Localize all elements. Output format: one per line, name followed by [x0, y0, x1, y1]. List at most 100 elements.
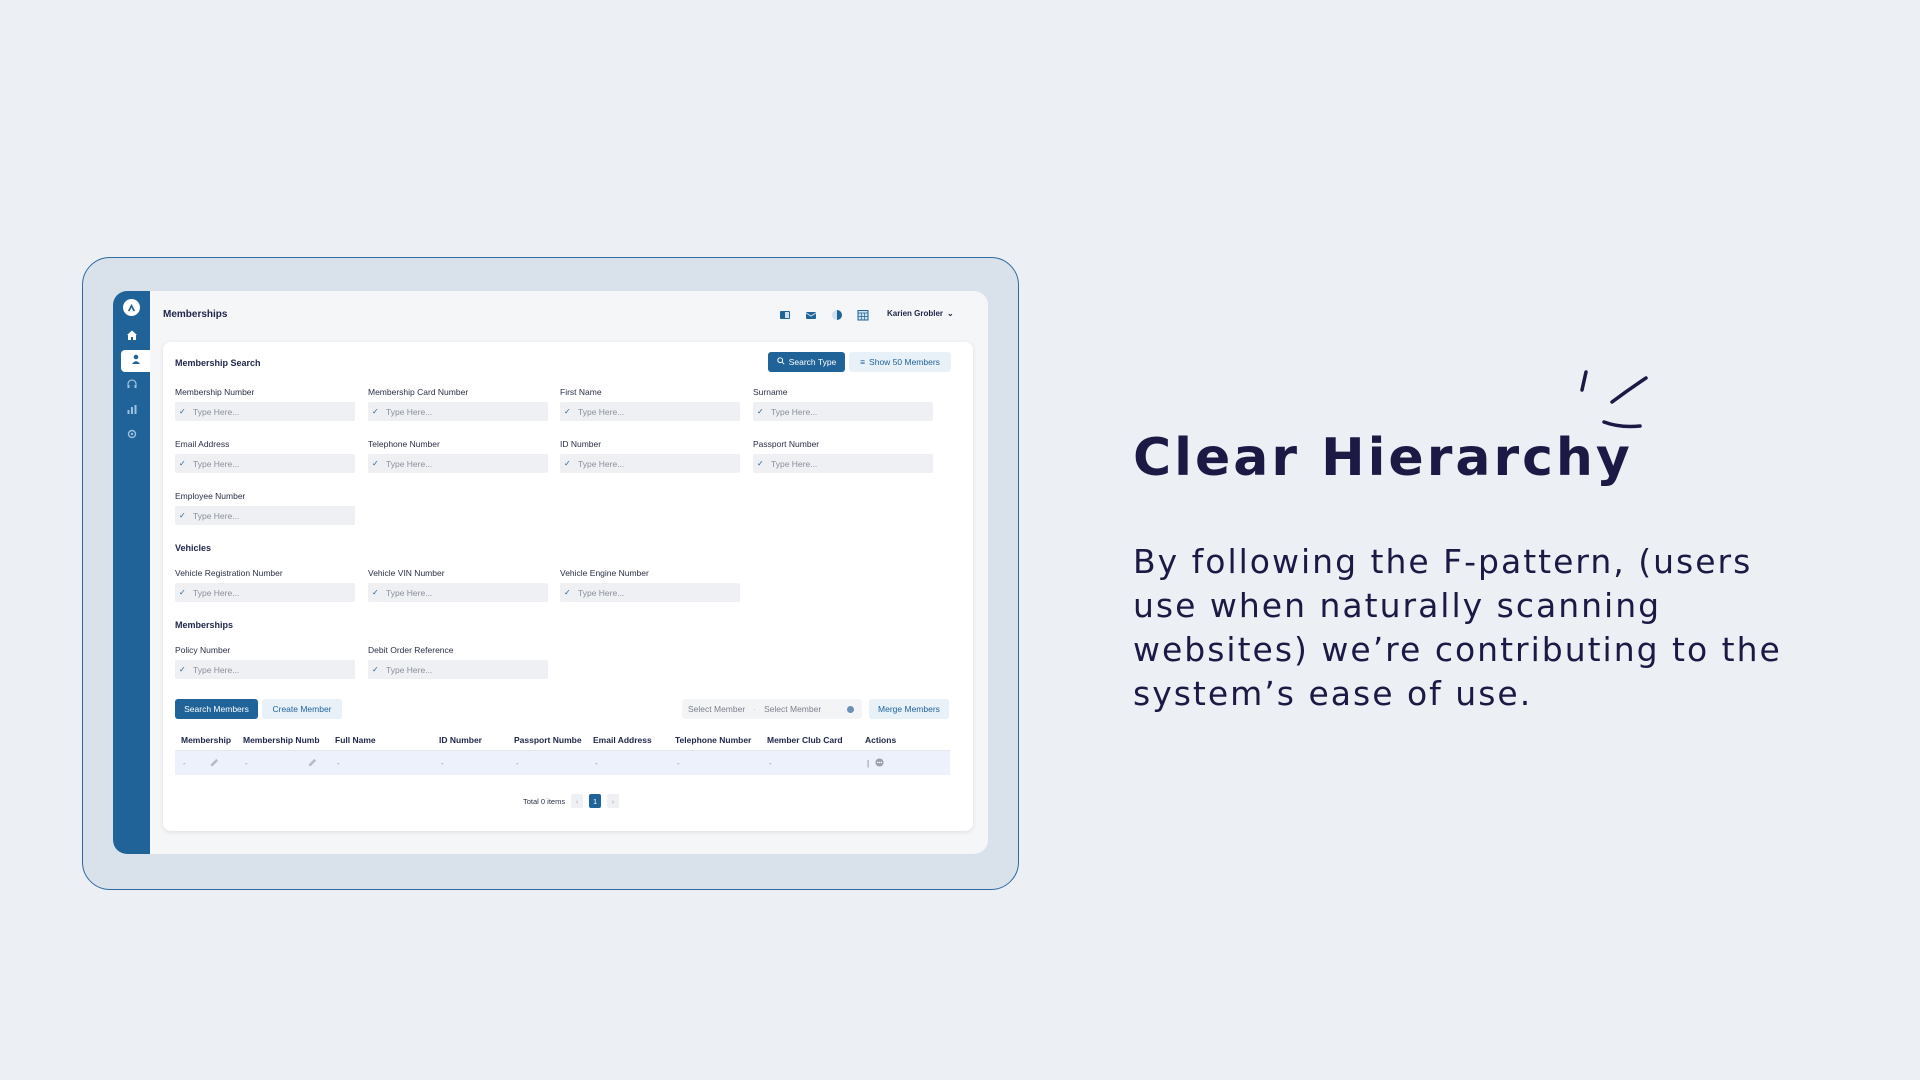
- cell-passport-number: -: [516, 758, 519, 768]
- col-membership-number[interactable]: Membership Numb: [237, 735, 329, 745]
- debit-order-input[interactable]: ✓ Type Here...: [368, 660, 548, 679]
- sidebar-item-support[interactable]: [113, 375, 150, 397]
- app-window: Memberships Karien Grobler ⌄ Membership …: [113, 291, 988, 854]
- table-header: Membership Membership Numb Full Name ID …: [175, 729, 950, 751]
- topbar-icons: [778, 308, 870, 322]
- sidebar-item-reports[interactable]: [113, 400, 150, 422]
- membership-number-input[interactable]: ✓ Type Here...: [175, 402, 355, 421]
- user-name: Karien Grobler: [887, 309, 944, 318]
- check-icon: ✓: [372, 407, 379, 416]
- half-circle-icon[interactable]: [830, 308, 844, 322]
- inbox-icon[interactable]: [804, 308, 818, 322]
- employee-number-field: Employee Number ✓ Type Here...: [175, 491, 355, 525]
- select-member-1[interactable]: Select Member: [688, 704, 745, 714]
- cell-id-number: -: [441, 758, 444, 768]
- col-passport-number[interactable]: Passport Numbe: [508, 735, 587, 745]
- membership-search-title: Membership Search: [175, 358, 261, 368]
- next-page-button[interactable]: ›: [607, 794, 620, 808]
- cell-membership: -: [183, 758, 186, 768]
- passport-number-input[interactable]: ✓ Type Here...: [753, 454, 933, 473]
- check-icon: ✓: [757, 459, 764, 468]
- total-items: Total 0 items: [523, 796, 566, 806]
- email-address-input[interactable]: ✓ Type Here...: [175, 454, 355, 473]
- vehicles-title: Vehicles: [175, 543, 212, 553]
- col-email-address[interactable]: Email Address: [587, 735, 669, 745]
- col-membership[interactable]: Membership: [175, 735, 237, 745]
- col-id-number[interactable]: ID Number: [433, 735, 508, 745]
- policy-number-field: Policy Number ✓ Type Here...: [175, 645, 355, 679]
- check-icon: ✓: [757, 407, 764, 416]
- vehicle-vin-input[interactable]: ✓ Type Here...: [368, 583, 548, 602]
- edit-icon[interactable]: [308, 758, 317, 769]
- membership-card-number-input[interactable]: ✓ Type Here...: [368, 402, 548, 421]
- merge-select[interactable]: Select Member · Select Member: [682, 699, 862, 719]
- vehicle-registration-field: Vehicle Registration Number ✓ Type Here..…: [175, 568, 355, 602]
- col-member-club-card[interactable]: Member Club Card: [761, 735, 859, 745]
- slide-body: By following the F-pattern, (users use w…: [1133, 542, 1782, 713]
- sidebar-item-settings[interactable]: [113, 425, 150, 447]
- telephone-number-input[interactable]: ✓ Type Here...: [368, 454, 548, 473]
- membership-number-field: Membership Number ✓ Type Here...: [175, 387, 355, 421]
- calendar-icon[interactable]: [856, 308, 870, 322]
- passport-number-field: Passport Number ✓ Type Here...: [753, 439, 933, 473]
- sidebar: [113, 291, 150, 854]
- sidebar-item-members[interactable]: [121, 350, 150, 372]
- search-type-button[interactable]: Search Type: [768, 352, 845, 372]
- vehicle-engine-input[interactable]: ✓ Type Here...: [560, 583, 740, 602]
- check-icon: ✓: [179, 588, 186, 597]
- first-name-field: First Name ✓ Type Here...: [560, 387, 740, 421]
- policy-number-input[interactable]: ✓ Type Here...: [175, 660, 355, 679]
- device-frame: Memberships Karien Grobler ⌄ Membership …: [82, 257, 1019, 890]
- vehicle-registration-input[interactable]: ✓ Type Here...: [175, 583, 355, 602]
- panel-icon[interactable]: [778, 308, 792, 322]
- more-actions-icon[interactable]: [875, 757, 884, 769]
- slide-headline: Clear Hierarchy: [1133, 428, 1633, 488]
- home-icon: [126, 328, 138, 346]
- id-number-input[interactable]: ✓ Type Here...: [560, 454, 740, 473]
- check-icon: ✓: [372, 588, 379, 597]
- employee-number-input[interactable]: ✓ Type Here...: [175, 506, 355, 525]
- settings-icon: [126, 427, 138, 445]
- first-name-input[interactable]: ✓ Type Here...: [560, 402, 740, 421]
- show-members-button[interactable]: ≡ Show 50 Members: [849, 352, 951, 372]
- membership-card-number-field: Membership Card Number ✓ Type Here...: [368, 387, 548, 421]
- surname-input[interactable]: ✓ Type Here...: [753, 402, 933, 421]
- vehicle-vin-field: Vehicle VIN Number ✓ Type Here...: [368, 568, 548, 602]
- merge-members-button[interactable]: Merge Members: [869, 699, 949, 719]
- check-icon: ✓: [179, 665, 186, 674]
- page-title: Memberships: [163, 309, 228, 320]
- check-icon: ✓: [372, 665, 379, 674]
- pagination: Total 0 items ‹ 1 ›: [523, 794, 620, 808]
- chevron-down-icon: ⌄: [947, 309, 954, 318]
- check-icon: ✓: [372, 459, 379, 468]
- cell-full-name: -: [337, 758, 340, 768]
- search-icon: [777, 357, 785, 367]
- check-icon: ✓: [179, 511, 186, 520]
- logo-icon[interactable]: [123, 299, 140, 316]
- edit-icon[interactable]: [210, 758, 219, 769]
- cell-member-club-card: -: [769, 758, 772, 768]
- cell-membership-number: -: [245, 758, 248, 768]
- sparkle-icon: [1580, 370, 1648, 429]
- check-icon: ✓: [179, 407, 186, 416]
- headset-icon: [126, 377, 138, 395]
- id-number-field: ID Number ✓ Type Here...: [560, 439, 740, 473]
- col-telephone-number[interactable]: Telephone Number: [669, 735, 761, 745]
- page-1-button[interactable]: 1: [589, 794, 602, 808]
- create-member-button[interactable]: Create Member: [262, 699, 342, 719]
- select-member-2[interactable]: Select Member: [764, 704, 821, 714]
- divider: |: [867, 758, 870, 768]
- table-row[interactable]: - - - - - - - - |: [175, 751, 950, 775]
- status-dot-icon: [847, 705, 854, 713]
- surname-field: Surname ✓ Type Here...: [753, 387, 933, 421]
- col-full-name[interactable]: Full Name: [329, 735, 433, 745]
- sidebar-item-home[interactable]: [113, 326, 150, 348]
- email-address-field: Email Address ✓ Type Here...: [175, 439, 355, 473]
- user-icon: [130, 352, 142, 370]
- check-icon: ✓: [564, 588, 571, 597]
- search-members-button[interactable]: Search Members: [175, 699, 258, 719]
- chart-icon: [126, 402, 138, 420]
- list-icon: ≡: [860, 357, 866, 367]
- user-menu[interactable]: Karien Grobler ⌄: [887, 309, 954, 318]
- prev-page-button[interactable]: ‹: [571, 794, 584, 808]
